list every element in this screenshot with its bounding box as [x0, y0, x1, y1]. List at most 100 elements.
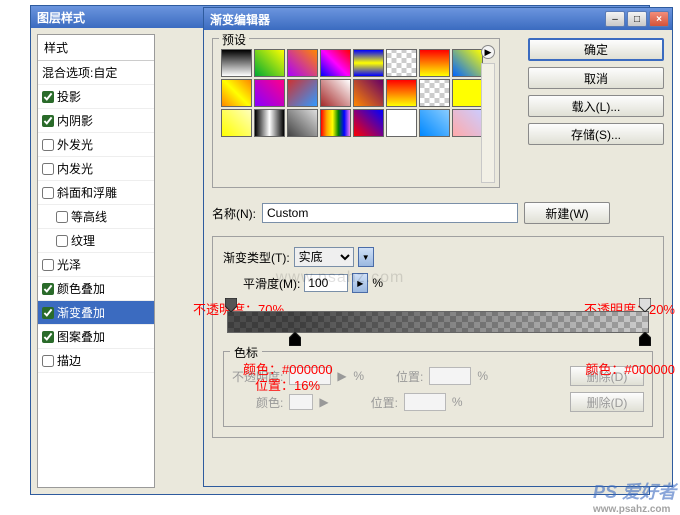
style-checkbox[interactable] [42, 91, 54, 103]
preset-swatch-23[interactable] [452, 109, 483, 137]
ok-button[interactable]: 确定 [528, 38, 664, 61]
style-checkbox[interactable] [42, 187, 54, 199]
type-dropdown-icon[interactable]: ▼ [358, 247, 374, 267]
preset-swatch-4[interactable] [353, 49, 384, 77]
style-item-2[interactable]: 外发光 [38, 133, 154, 157]
type-row: 渐变类型(T): 实底 ▼ [223, 247, 653, 267]
gradient-editor-window: 渐变编辑器 – □ × 预设 ▶ 确定 取消 载入(L)... [203, 7, 673, 487]
position-label-2: 位置: [371, 394, 398, 411]
style-checkbox[interactable] [42, 163, 54, 175]
name-label: 名称(N): [212, 205, 256, 222]
style-checkbox[interactable] [42, 283, 54, 295]
style-item-7[interactable]: 光泽 [38, 253, 154, 277]
preset-swatch-12[interactable] [353, 79, 384, 107]
dialog-buttons: 确定 取消 载入(L)... 存储(S)... [528, 38, 664, 145]
preset-swatch-6[interactable] [419, 49, 450, 77]
opacity-input [289, 367, 331, 385]
style-label: 内阴影 [57, 112, 93, 129]
style-checkbox[interactable] [42, 115, 54, 127]
style-label: 纹理 [71, 232, 95, 249]
cancel-button[interactable]: 取消 [528, 67, 664, 89]
style-item-9[interactable]: 渐变叠加 [38, 301, 154, 325]
styles-panel: 样式 混合选项:自定 投影内阴影外发光内发光斜面和浮雕等高线纹理光泽颜色叠加渐变… [37, 34, 155, 488]
preset-swatch-16[interactable] [221, 109, 252, 137]
preset-swatch-19[interactable] [320, 109, 351, 137]
preset-swatch-0[interactable] [221, 49, 252, 77]
preset-swatch-15[interactable] [452, 79, 483, 107]
preset-swatch-17[interactable] [254, 109, 285, 137]
smooth-label: 平滑度(M): [243, 275, 300, 292]
style-label: 描边 [57, 352, 81, 369]
style-label: 光泽 [57, 256, 81, 273]
name-row: 名称(N): 新建(W) [212, 202, 664, 224]
gradient-editor-title: 渐变编辑器 [210, 11, 270, 28]
style-checkbox[interactable] [42, 355, 54, 367]
presets-menu-button[interactable]: ▶ [481, 45, 495, 59]
style-checkbox[interactable] [42, 331, 54, 343]
style-checkbox[interactable] [42, 259, 54, 271]
preset-swatch-1[interactable] [254, 49, 285, 77]
color-stop-1[interactable] [289, 332, 301, 346]
presets-scrollbar[interactable] [481, 63, 495, 183]
smooth-row: 平滑度(M): ▶ % [243, 273, 653, 293]
preset-swatch-14[interactable] [419, 79, 450, 107]
name-input[interactable] [262, 203, 518, 223]
smooth-input[interactable] [304, 274, 348, 292]
delete-color-stop-button[interactable]: 删除(D) [570, 392, 644, 412]
style-item-0[interactable]: 投影 [38, 85, 154, 109]
watermark: PS 爱好者 www.psahz.com [593, 478, 676, 515]
style-item-5[interactable]: 等高线 [38, 205, 154, 229]
load-button[interactable]: 载入(L)... [528, 95, 664, 117]
preset-swatch-8[interactable] [221, 79, 252, 107]
style-item-6[interactable]: 纹理 [38, 229, 154, 253]
gradient-bar[interactable] [227, 311, 649, 333]
blend-options-row[interactable]: 混合选项:自定 [38, 61, 154, 85]
style-item-10[interactable]: 图案叠加 [38, 325, 154, 349]
style-checkbox[interactable] [42, 139, 54, 151]
preset-swatch-21[interactable] [386, 109, 417, 137]
preset-swatch-11[interactable] [320, 79, 351, 107]
style-label: 内发光 [57, 160, 93, 177]
presets-label: 预设 [219, 31, 249, 48]
new-button[interactable]: 新建(W) [524, 202, 610, 224]
close-button[interactable]: × [649, 11, 669, 27]
minimize-button[interactable]: – [605, 11, 625, 27]
preset-swatch-13[interactable] [386, 79, 417, 107]
stops-legend: 色标 [230, 344, 262, 361]
save-button[interactable]: 存储(S)... [528, 123, 664, 145]
right-area: 渐变编辑器 – □ × 预设 ▶ 确定 取消 载入(L)... [161, 34, 643, 488]
gradient-editor-body: 预设 ▶ 确定 取消 载入(L)... 存储(S)... 名称(N): 新建(W… [204, 30, 672, 446]
style-item-1[interactable]: 内阴影 [38, 109, 154, 133]
smooth-dropdown-icon[interactable]: ▶ [352, 273, 368, 293]
preset-swatch-5[interactable] [386, 49, 417, 77]
gradient-bar-wrap [227, 311, 649, 333]
preset-swatch-22[interactable] [419, 109, 450, 137]
color-label: 颜色: [256, 394, 283, 411]
style-item-11[interactable]: 描边 [38, 349, 154, 373]
delete-opacity-stop-button[interactable]: 删除(D) [570, 366, 644, 386]
styles-header[interactable]: 样式 [38, 35, 154, 61]
style-checkbox[interactable] [56, 211, 68, 223]
style-checkbox[interactable] [56, 235, 68, 247]
preset-swatch-10[interactable] [287, 79, 318, 107]
color-swatch[interactable] [289, 394, 313, 410]
opacity-position-input [429, 367, 471, 385]
style-checkbox[interactable] [42, 307, 54, 319]
preset-swatch-3[interactable] [320, 49, 351, 77]
gradient-editor-titlebar[interactable]: 渐变编辑器 – □ × [204, 8, 672, 30]
color-stop-2[interactable] [639, 332, 651, 346]
opacity-stop-right[interactable] [639, 298, 651, 312]
preset-swatch-9[interactable] [254, 79, 285, 107]
style-item-8[interactable]: 颜色叠加 [38, 277, 154, 301]
style-label: 投影 [57, 88, 81, 105]
preset-swatch-7[interactable] [452, 49, 483, 77]
preset-swatch-20[interactable] [353, 109, 384, 137]
type-select[interactable]: 实底 [294, 247, 354, 267]
color-stop-row: 颜色: ▶ 位置: % 删除(D) [232, 392, 644, 412]
preset-swatch-18[interactable] [287, 109, 318, 137]
opacity-stop-left[interactable] [225, 298, 237, 312]
preset-swatch-2[interactable] [287, 49, 318, 77]
maximize-button[interactable]: □ [627, 11, 647, 27]
style-item-4[interactable]: 斜面和浮雕 [38, 181, 154, 205]
style-item-3[interactable]: 内发光 [38, 157, 154, 181]
